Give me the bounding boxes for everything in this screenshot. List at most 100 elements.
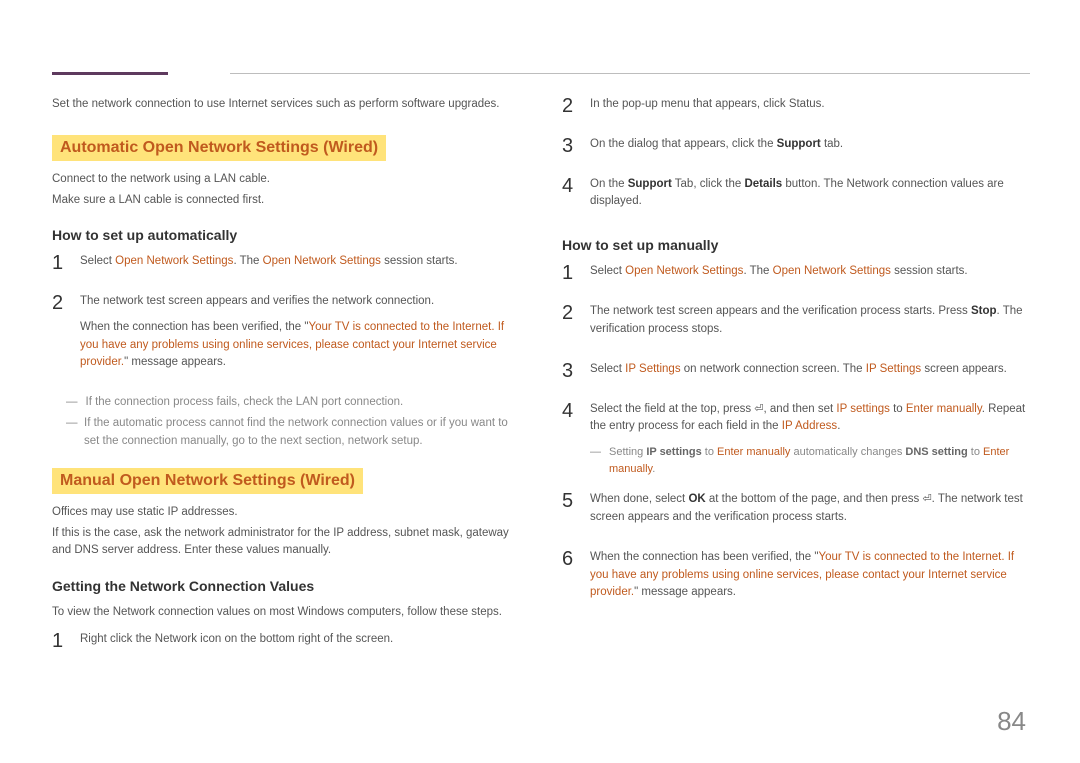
intro-text: Set the network connection to use Intern… [52, 96, 520, 113]
text: to [890, 403, 906, 415]
step-body: On the Support Tab, click the Details bu… [590, 176, 1030, 220]
step-item: 2 In the pop-up menu that appears, click… [562, 96, 1030, 122]
text: session starts. [381, 255, 458, 267]
text: , and then set [764, 403, 837, 415]
paragraph: If this is the case, ask the network adm… [52, 525, 520, 560]
text: automatically changes [790, 446, 905, 458]
step-item: 3 On the dialog that appears, click the … [562, 136, 1030, 162]
highlighted-term: IP Address [782, 420, 837, 432]
bold-term: Stop [971, 305, 997, 317]
step-item: 6 When the connection has been verified,… [562, 549, 1030, 610]
subheading-get-values: Getting the Network Connection Values [52, 578, 520, 594]
text: On the [590, 178, 628, 190]
text: When the connection has been verified, t… [590, 551, 818, 563]
step-body: In the pop-up menu that appears, click S… [590, 96, 1030, 122]
text: In the pop-up menu that appears, click S… [590, 96, 1030, 114]
bold-term: OK [688, 493, 705, 505]
step-number: 2 [52, 293, 66, 380]
step-body: Select Open Network Settings. The Open N… [590, 263, 1030, 289]
highlighted-term: Open Network Settings [773, 265, 891, 277]
highlighted-term: IP settings [836, 403, 890, 415]
highlighted-term: Open Network Settings [263, 255, 381, 267]
text: " message appears. [634, 586, 736, 598]
text: The network test screen appears and the … [590, 305, 971, 317]
text: The network test screen appears and veri… [80, 293, 520, 311]
left-column: Set the network connection to use Intern… [52, 96, 520, 671]
step-number: 4 [562, 401, 576, 478]
dash-icon: ― [66, 415, 76, 450]
step-body: When the connection has been verified, t… [590, 549, 1030, 610]
right-column: 2 In the pop-up menu that appears, click… [562, 96, 1030, 671]
text: at the bottom of the page, and then pres… [706, 493, 923, 505]
step-item: 1 Select Open Network Settings. The Open… [52, 253, 520, 279]
text: . The [233, 255, 262, 267]
step-body: The network test screen appears and the … [590, 303, 1030, 347]
text: . [652, 463, 655, 475]
highlighted-term: Open Network Settings [625, 265, 743, 277]
note-text: If the connection process fails, check t… [86, 394, 404, 411]
text: . The [743, 265, 772, 277]
step-number: 6 [562, 549, 576, 610]
text: " message appears. [124, 356, 226, 368]
step-number: 1 [52, 253, 66, 279]
text: . [837, 420, 840, 432]
highlighted-term: Enter manually [717, 446, 790, 458]
paragraph: Offices may use static IP addresses. [52, 504, 520, 521]
text: Select [80, 255, 115, 267]
text: tab. [821, 138, 843, 150]
bold-term: Support [628, 178, 672, 190]
step-item: 1 Select Open Network Settings. The Open… [562, 263, 1030, 289]
text: When the connection has been verified, t… [80, 321, 308, 333]
step-body: The network test screen appears and veri… [80, 293, 520, 380]
bold-term: DNS setting [905, 446, 967, 458]
text: Setting [609, 446, 646, 458]
text: Select [590, 265, 625, 277]
note-item: ― If the automatic process cannot find t… [66, 415, 520, 450]
step-number: 1 [562, 263, 576, 289]
dash-icon: ― [66, 394, 78, 411]
section-heading-auto: Automatic Open Network Settings (Wired) [52, 135, 386, 161]
enter-icon: ⏎ [922, 491, 931, 508]
note-text: Setting IP settings to Enter manually au… [609, 444, 1030, 477]
subheading-auto-setup: How to set up automatically [52, 227, 520, 243]
content-columns: Set the network connection to use Intern… [52, 96, 1030, 671]
text: on network connection screen. The [681, 363, 866, 375]
step-body: On the dialog that appears, click the Su… [590, 136, 1030, 162]
step-item: 4 On the Support Tab, click the Details … [562, 176, 1030, 220]
text: to [702, 446, 717, 458]
text: Right click the Network icon on the bott… [80, 631, 520, 649]
bold-term: Support [777, 138, 821, 150]
step-item: 2 The network test screen appears and ve… [52, 293, 520, 380]
accent-bar [52, 72, 168, 75]
step-number: 2 [562, 303, 576, 347]
step-number: 3 [562, 361, 576, 387]
text: to [968, 446, 983, 458]
subheading-manual-setup: How to set up manually [562, 237, 1030, 253]
text: screen appears. [921, 363, 1007, 375]
text: Tab, click the [672, 178, 745, 190]
text: session starts. [891, 265, 968, 277]
step-number: 3 [562, 136, 576, 162]
step-item: 5 When done, select OK at the bottom of … [562, 491, 1030, 535]
highlighted-term: IP Settings [866, 363, 921, 375]
step-item: 4 Select the field at the top, press ⏎, … [562, 401, 1030, 478]
enter-icon: ⏎ [754, 401, 763, 418]
horizontal-rule [230, 73, 1030, 74]
step-number: 1 [52, 631, 66, 657]
note-text: If the automatic process cannot find the… [84, 415, 520, 450]
step-body: Select the field at the top, press ⏎, an… [590, 401, 1030, 478]
highlighted-term: Open Network Settings [115, 255, 233, 267]
paragraph: Connect to the network using a LAN cable… [52, 171, 520, 188]
step-body: When done, select OK at the bottom of th… [590, 491, 1030, 535]
note-item: ― If the connection process fails, check… [66, 394, 520, 411]
step-number: 5 [562, 491, 576, 535]
text: Select the field at the top, press [590, 403, 754, 415]
step-item: 1 Right click the Network icon on the bo… [52, 631, 520, 657]
bold-term: IP settings [646, 446, 701, 458]
paragraph: Make sure a LAN cable is connected first… [52, 192, 520, 209]
step-body: Right click the Network icon on the bott… [80, 631, 520, 657]
text: When done, select [590, 493, 688, 505]
step-number: 4 [562, 176, 576, 220]
step-body: Select IP Settings on network connection… [590, 361, 1030, 387]
highlighted-term: Enter manually [906, 403, 982, 415]
